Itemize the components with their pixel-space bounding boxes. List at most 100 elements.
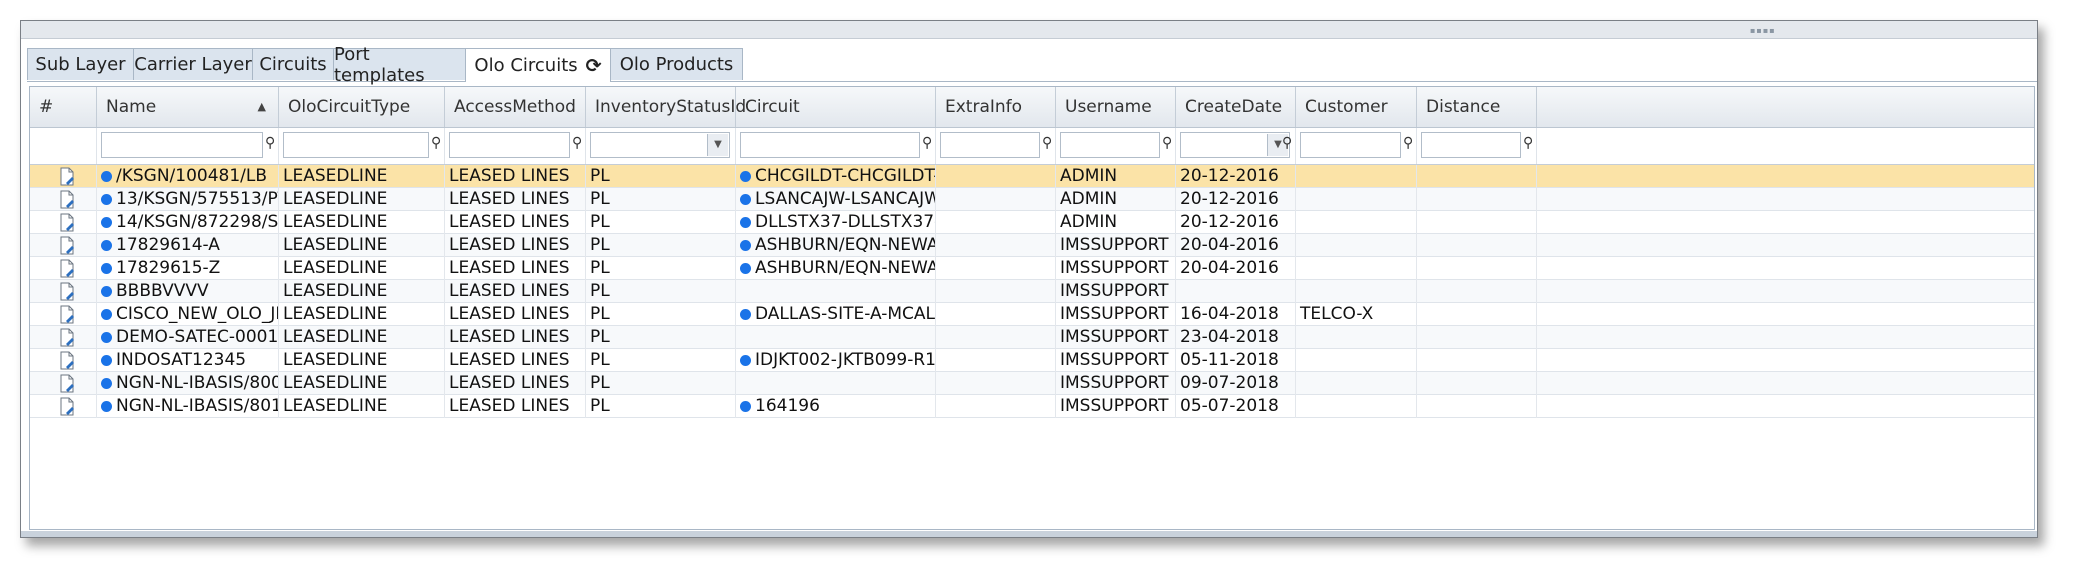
table-row[interactable]: INDOSAT12345 LEASEDLINE LEASED LINES PL IDJK… [30,349,2034,372]
tab-carrier-layer[interactable]: Carrier Layer [133,48,253,80]
edit-record-icon[interactable] [60,397,75,416]
cell-number[interactable] [30,257,97,280]
cell-name[interactable]: 17829614-A [97,234,279,257]
cell-name[interactable]: BBBBVVVV [97,280,279,303]
sort-ascending-icon[interactable]: ▲ [258,87,266,127]
filter-input-inventory-status-id[interactable]: ▼ [590,132,730,158]
edit-record-icon[interactable] [60,351,75,370]
filter-funnel-icon[interactable]: ⚲ [431,135,441,151]
edit-record-icon[interactable] [60,305,75,324]
filter-input-circuit[interactable] [740,132,920,158]
cell-number[interactable] [30,211,97,234]
tab-port-templates[interactable]: Port templates [333,44,466,86]
edit-record-icon[interactable] [60,374,75,393]
table-row[interactable]: CISCO_NEW_OLO_JHS...LEASEDLINE LEASED LIN… [30,303,2034,326]
column-header-number[interactable]: # [30,87,97,127]
cell-name[interactable]: 14/KSGN/872298/SW [97,211,279,234]
filter-input-customer[interactable] [1300,132,1401,158]
filter-funnel-icon[interactable]: ⚲ [1523,135,1533,151]
cell-name[interactable]: 17829615-Z [97,257,279,280]
tab-olo-circuits[interactable]: Olo Circuits ⟳ [465,48,611,82]
cell-name[interactable]: CISCO_NEW_OLO_JHS... [97,303,279,326]
cell-circuit[interactable]: LSANCAJW-LSANCAJW-1... [736,188,936,211]
table-row[interactable]: 13/KSGN/575513/PT LEASEDLINE LEASED LINES P… [30,188,2034,211]
filter-funnel-icon[interactable]: ⚲ [572,135,582,151]
filter-funnel-icon[interactable]: ⚲ [1403,135,1413,151]
filter-funnel-icon[interactable]: ⚲ [922,135,932,151]
cell-number[interactable] [30,395,97,418]
column-header-distance[interactable]: Distance [1417,87,1537,127]
cell-circuit[interactable]: 164196 [736,395,936,418]
cell-circuit[interactable]: IDJKT002-JKTB099-R1-1... [736,349,936,372]
edit-record-icon[interactable] [60,259,75,278]
table-row[interactable]: NGN-NL-IBASIS/800 LEASEDLINE LEASED LINES P… [30,372,2034,395]
table-row[interactable]: 17829615-Z LEASEDLINE LEASED LINES PL ASHBUR… [30,257,2034,280]
column-header-customer[interactable]: Customer [1296,87,1417,127]
cell-number[interactable] [30,349,97,372]
edit-record-icon[interactable] [60,236,75,255]
column-header-extra-info[interactable]: ExtraInfo [936,87,1056,127]
edit-record-icon[interactable] [60,213,75,232]
column-header-name[interactable]: Name ▲ [97,87,279,127]
chevron-down-icon[interactable]: ▼ [707,134,728,156]
table-row[interactable]: 17829614-A LEASEDLINE LEASED LINES PL ASHBUR… [30,234,2034,257]
table-row[interactable]: 14/KSGN/872298/SW LEASEDLINE LEASED LINES P… [30,211,2034,234]
cell-number[interactable] [30,326,97,349]
filter-input-username[interactable] [1060,132,1160,158]
column-header-access-method[interactable]: AccessMethod [445,87,586,127]
cell-circuit[interactable]: DALLAS-SITE-A-MCALLE... [736,303,936,326]
cell-name[interactable]: NGN-NL-IBASIS/800 [97,372,279,395]
filter-input-create-date[interactable]: ▼ [1180,132,1290,158]
edit-record-icon[interactable] [60,328,75,347]
column-header-username[interactable]: Username [1056,87,1176,127]
table-row[interactable]: NGN-NL-IBASIS/801 LEASEDLINE LEASED LINES P… [30,395,2034,418]
cell-circuit[interactable]: CHCGILDT-CHCGILDT-10... [736,165,936,188]
cell-circuit[interactable] [736,326,936,349]
cell-name[interactable]: DEMO-SATEC-0001 [97,326,279,349]
cell-number[interactable] [30,188,97,211]
tab-sub-layer[interactable]: Sub Layer [27,48,134,80]
tab-olo-products[interactable]: Olo Products [610,48,743,80]
cell-name[interactable]: NGN-NL-IBASIS/801 [97,395,279,418]
edit-record-icon[interactable] [60,167,75,186]
filter-funnel-icon[interactable]: ⚲ [1162,135,1172,151]
column-header-circuit[interactable]: Circuit [736,87,936,127]
filter-funnel-icon[interactable]: ⚲ [1282,135,1292,151]
tab-circuits[interactable]: Circuits [252,48,334,80]
column-header-olo-circuit-type-name[interactable]: OloCircuitType Name [279,87,445,157]
filter-funnel-icon[interactable]: ⚲ [265,135,275,151]
resize-grip-icon[interactable]: ▪▪▪▪ [1750,26,1776,35]
cell-number[interactable] [30,234,97,257]
tab-label: Carrier Layer [134,54,252,75]
filter-input-name[interactable] [101,132,263,158]
filter-input-access-method[interactable] [449,132,570,158]
table-row[interactable]: DEMO-SATEC-0001 LEASEDLINE LEASED LINES PL I… [30,326,2034,349]
table-row[interactable]: BBBBVVVV LEASEDLINE LEASED LINES PL IMSSUPPO… [30,280,2034,303]
cell-value: LEASED LINES [449,373,570,393]
filter-input-distance[interactable] [1421,132,1521,158]
filter-input-olo-circuit-type-name[interactable] [283,132,429,158]
refresh-icon[interactable]: ⟳ [586,55,602,77]
column-header-inventory-status-id[interactable]: InventoryStatusId [586,87,746,127]
cell-number[interactable] [30,165,97,188]
table-row[interactable]: /KSGN/100481/LB LEASEDLINE LEASED LINES PL C… [30,165,2034,188]
column-header-create-date[interactable]: CreateDate [1176,87,1296,127]
edit-record-icon[interactable] [60,190,75,209]
cell-value: LEASED LINES [449,235,570,255]
cell-circuit[interactable]: ASHBURN/EQN-NEWARK... [736,257,936,280]
filter-funnel-icon[interactable]: ⚲ [1042,135,1052,151]
cell-circuit[interactable] [736,372,936,395]
cell-name[interactable]: INDOSAT12345 [97,349,279,372]
edit-record-icon[interactable] [60,282,75,301]
cell-number[interactable] [30,280,97,303]
panel-resize-bar[interactable]: ▪▪▪▪ [21,21,2037,39]
cell-circuit[interactable] [736,280,936,303]
tab-label: Circuits [259,54,327,75]
cell-name[interactable]: /KSGN/100481/LB [97,165,279,188]
cell-circuit[interactable]: ASHBURN/EQN-NEWARK... [736,234,936,257]
cell-number[interactable] [30,303,97,326]
cell-circuit[interactable]: DLLSTX37-DLLSTX37-10... [736,211,936,234]
filter-input-extra-info[interactable] [940,132,1040,158]
cell-number[interactable] [30,372,97,395]
cell-name[interactable]: 13/KSGN/575513/PT [97,188,279,211]
